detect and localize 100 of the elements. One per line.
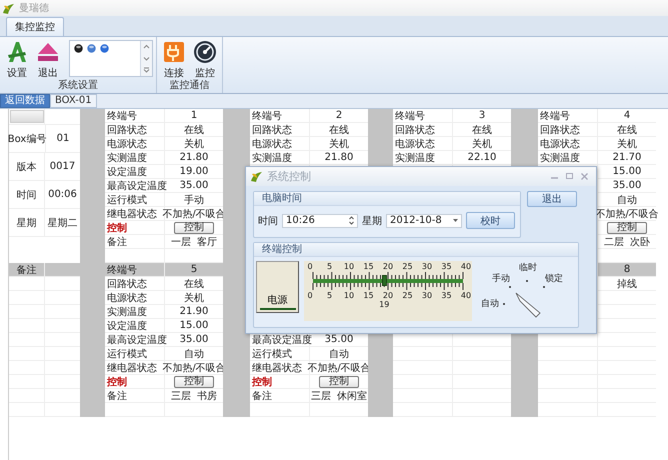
table-cell-text: 二层 次卧 bbox=[602, 236, 652, 248]
switch-knob-icon bbox=[514, 291, 542, 319]
spinner-icon bbox=[349, 216, 354, 225]
table-cell-text: 3 bbox=[478, 109, 486, 122]
header-row[interactable]: 终端号 3 bbox=[393, 109, 511, 123]
table-cell-text: 19.00 bbox=[178, 165, 210, 178]
table-cell: 电源状态 bbox=[393, 137, 453, 150]
ball-icon bbox=[87, 44, 96, 53]
caret-down-icon bbox=[143, 56, 150, 62]
slider-thumb[interactable] bbox=[382, 275, 388, 286]
table-cell: 终端号 bbox=[538, 109, 598, 122]
scroll-up-button[interactable] bbox=[141, 41, 152, 53]
close-button[interactable] bbox=[579, 171, 590, 182]
window-title: 曼瑞德 bbox=[19, 2, 49, 15]
document-tab[interactable]: BOX-01 bbox=[50, 94, 97, 108]
time-field[interactable]: 10:26 bbox=[282, 214, 358, 228]
exit-button[interactable]: 退出 bbox=[527, 191, 577, 207]
table-cell: 回路状态 bbox=[250, 123, 310, 136]
table-cell-text: 关机 bbox=[183, 138, 205, 150]
table-cell: 回路状态 bbox=[538, 123, 598, 136]
scale-label: 35 bbox=[440, 291, 452, 300]
table-cell-text: 2 bbox=[334, 109, 344, 122]
table-cell-text: 在线 bbox=[183, 124, 205, 136]
header-row[interactable]: 备注 bbox=[9, 263, 80, 277]
table-cell: 终端号 bbox=[105, 109, 165, 122]
table-cell-text: 01 bbox=[56, 132, 70, 146]
caret-down-icon bbox=[453, 218, 458, 222]
power-button[interactable]: 电源 bbox=[256, 261, 299, 313]
control-button[interactable]: 控制 bbox=[607, 222, 647, 234]
table-cell: 终端号 bbox=[105, 263, 165, 276]
table-cell: 实测温度 bbox=[250, 151, 310, 164]
header-row[interactable]: 终端号 1 bbox=[105, 109, 223, 123]
table-cell-text: 在线 bbox=[471, 124, 493, 136]
table-cell-text: 00:06 bbox=[47, 188, 78, 202]
ribbon-button[interactable]: 设置 bbox=[3, 40, 31, 80]
group-label: 监控通信 bbox=[168, 80, 210, 93]
table-cell-text: 关机 bbox=[328, 138, 350, 150]
table-cell: 备注 bbox=[105, 389, 165, 402]
table-cell: 电源状态 bbox=[105, 291, 165, 304]
table-cell: 最高设定温度 bbox=[105, 179, 165, 192]
control-button[interactable]: 控制 bbox=[319, 376, 359, 388]
table-cell-text: 35.00 bbox=[612, 179, 642, 192]
slider-value: 19 bbox=[379, 300, 390, 309]
table-cell: 终端号 bbox=[250, 109, 310, 122]
table-cell: 实测温度 bbox=[105, 151, 165, 164]
logo-icon bbox=[250, 170, 263, 183]
control-button[interactable]: 控制 bbox=[174, 376, 214, 388]
table-cell-text: 关机 bbox=[471, 138, 493, 150]
table-cell: 版本 bbox=[9, 153, 45, 180]
table-cell: 备注 bbox=[250, 389, 310, 402]
table-cell-text: 三层 休闲室 bbox=[310, 390, 368, 402]
ball-icon bbox=[100, 44, 109, 53]
ribbon-button[interactable]: 退出 bbox=[34, 40, 62, 80]
table-cell: 备注 bbox=[9, 263, 45, 276]
switch-label: 临时 bbox=[519, 262, 537, 274]
group-label: 系统设置 bbox=[57, 80, 99, 93]
header-row[interactable]: 终端号 2 bbox=[250, 109, 368, 123]
switch-label: 自动 bbox=[481, 298, 499, 310]
table-cell-text: 4 bbox=[622, 109, 632, 122]
field-label: 星期 bbox=[362, 214, 382, 228]
header-row[interactable]: 终端号 4 bbox=[538, 109, 656, 123]
table-cell: Box编号 bbox=[9, 125, 46, 152]
table-cell: 星期 bbox=[9, 209, 45, 236]
more-button[interactable] bbox=[141, 64, 152, 76]
table-cell: 回路状态 bbox=[105, 277, 165, 290]
table-cell: 控制 bbox=[105, 375, 165, 388]
ball-icon bbox=[74, 44, 83, 53]
sync-time-button[interactable]: 校时 bbox=[466, 212, 515, 229]
table-cell: 时间 bbox=[9, 181, 45, 208]
control-button[interactable]: 控制 bbox=[174, 222, 214, 234]
header-button[interactable] bbox=[10, 110, 44, 123]
ribbon-button[interactable]: 监控 bbox=[191, 40, 219, 80]
ribbon-button[interactable]: 连接 bbox=[160, 40, 188, 80]
scale-label: 0 bbox=[306, 291, 314, 300]
maximize-button[interactable] bbox=[564, 171, 575, 182]
table-cell-text: 一层 客厅 bbox=[170, 236, 218, 248]
maximize-icon bbox=[565, 172, 574, 181]
table-cell: 实测温度 bbox=[538, 151, 598, 164]
table-cell-text: 22.10 bbox=[466, 151, 498, 164]
header-row[interactable]: 终端号 5 bbox=[105, 263, 223, 277]
scale-label: 25 bbox=[402, 262, 414, 271]
table-cell: 备注 bbox=[105, 235, 165, 248]
table-cell-text: 在线 bbox=[616, 124, 638, 136]
group-title: 终端控制 bbox=[254, 243, 578, 257]
dialog-title: 系统控制 bbox=[267, 169, 311, 184]
table-cell-text: 15.00 bbox=[612, 165, 642, 178]
ribbon-tab[interactable]: 集控监控 bbox=[6, 17, 64, 36]
table-cell-text: 自动 bbox=[183, 348, 205, 360]
table-cell: 设定温度 bbox=[105, 319, 165, 332]
scale-label: 35 bbox=[440, 262, 452, 271]
table-cell: 控制 bbox=[105, 221, 165, 234]
scale-label: 15 bbox=[362, 262, 374, 271]
scale-label: 10 bbox=[343, 262, 355, 271]
date-dropdown[interactable]: 2012-10-8 bbox=[386, 214, 462, 228]
table-cell-text: 自动 bbox=[616, 194, 638, 206]
plug-icon bbox=[162, 40, 186, 64]
document-tab[interactable]: 返回数据 bbox=[0, 94, 50, 108]
scale-label: 20 bbox=[382, 291, 394, 300]
caret-up-icon bbox=[143, 44, 150, 50]
table-cell-text: 关机 bbox=[183, 292, 205, 304]
